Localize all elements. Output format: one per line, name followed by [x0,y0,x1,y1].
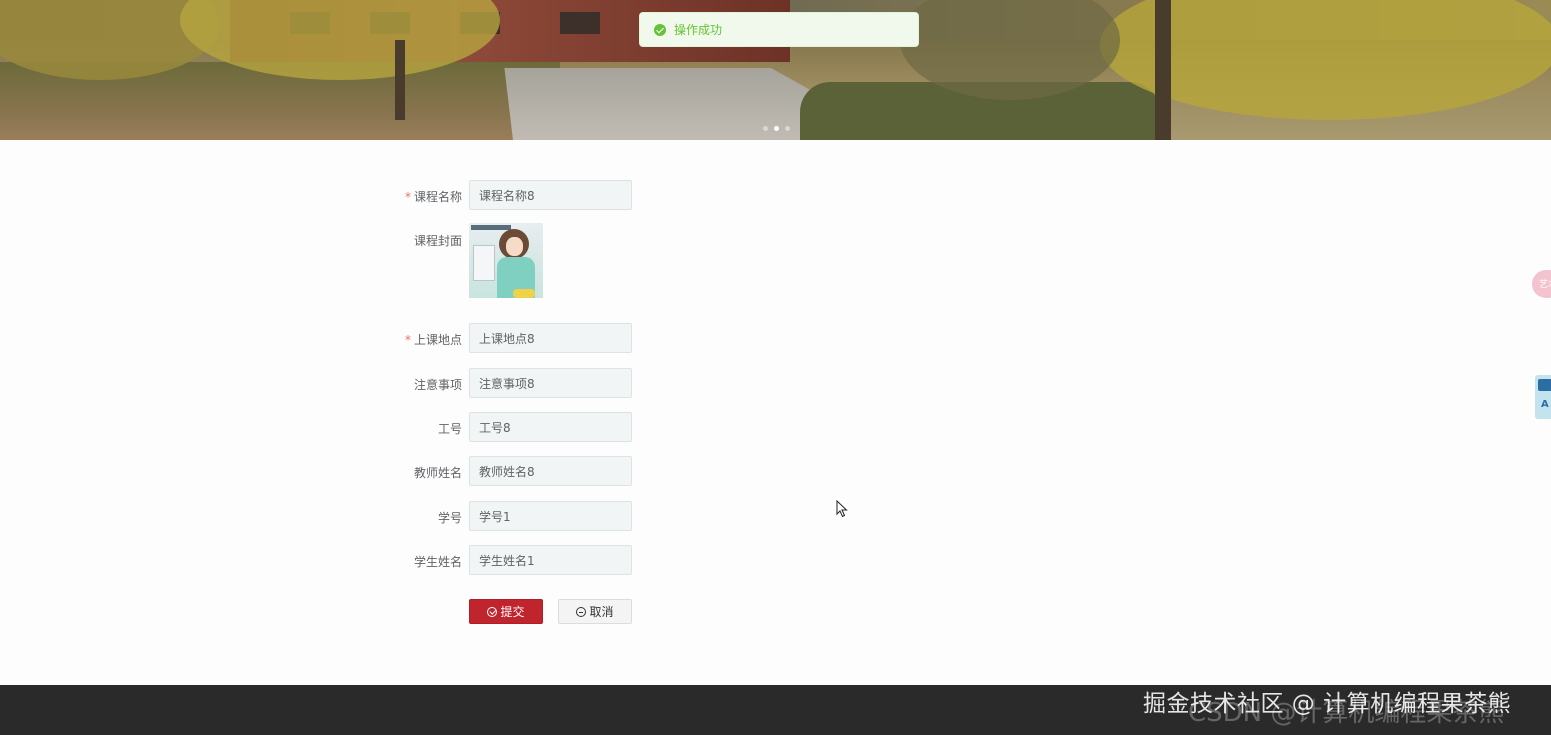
label-class-location: * 上课地点 [404,333,462,347]
translate-widget[interactable]: A [1535,375,1551,419]
notes-input[interactable]: 注意事项8 [469,368,632,398]
staff-id-input[interactable]: 工号8 [469,412,632,442]
class-location-input[interactable]: 上课地点8 [469,323,632,353]
check-circle-icon [487,606,498,617]
submit-button[interactable]: 提交 [469,599,543,624]
label-student-id: 学号 [437,511,462,525]
teacher-name-input[interactable]: 教师姓名8 [469,456,632,486]
floating-side-button[interactable]: 艺术 [1532,270,1551,298]
translate-icon [1538,379,1551,391]
carousel-dot[interactable] [763,126,768,131]
watermark-primary: 掘金技术社区 @ 计算机编程果茶熊 [1143,691,1512,717]
success-toast: 操作成功 [639,12,919,47]
label-staff-id: 工号 [437,422,462,436]
minus-circle-icon [576,606,587,617]
carousel-indicators [763,126,790,131]
student-name-input[interactable]: 学生姓名1 [469,545,632,575]
mouse-cursor-icon [836,500,848,518]
toast-message: 操作成功 [674,23,723,37]
course-name-input[interactable]: 课程名称8 [469,180,632,210]
translate-label: A [1541,399,1549,410]
cancel-button[interactable]: 取消 [558,599,632,624]
student-id-input[interactable]: 学号1 [469,501,632,531]
label-notes: 注意事项 [413,378,462,392]
carousel-dot[interactable] [785,126,790,131]
label-course-cover: 课程封面 [413,234,462,248]
label-course-name: * 课程名称 [404,190,462,204]
course-cover-image[interactable] [469,223,543,298]
label-teacher-name: 教师姓名 [413,466,462,480]
label-student-name: 学生姓名 [413,555,462,569]
success-check-icon [654,23,666,36]
carousel-dot-active[interactable] [774,126,779,131]
